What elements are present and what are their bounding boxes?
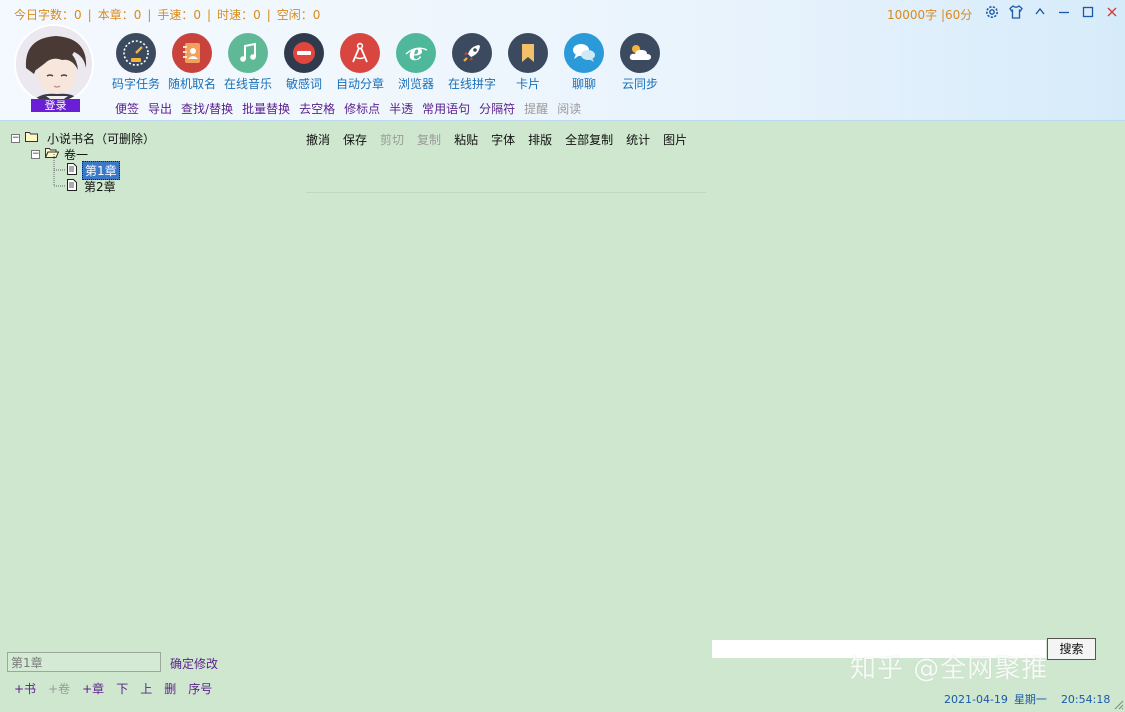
today-words-stat: 今日字数：0 [14,8,82,22]
typing-task-tool[interactable]: 码字任务 [106,33,166,92]
add-book-button[interactable]: +书 [14,682,36,696]
browser-icon: e [396,33,436,73]
chapter-2-label: 第2章 [84,179,116,194]
editor-divider [306,192,706,193]
app-header: 今日字数：0 | 本章：0 | 手速：0 | 时速：0 | 空闲：0 10000字 |60分 [0,0,1125,121]
address-book-icon [172,33,212,73]
confirm-rename-link[interactable]: 确定修改 [170,655,218,672]
sequence-button[interactable]: 序号 [188,682,212,696]
sticky-note-link[interactable]: 便签 [115,102,139,116]
font-button[interactable]: 字体 [491,133,515,147]
close-icon[interactable] [1100,2,1124,22]
login-button[interactable]: 登录 [31,99,80,112]
search-button[interactable]: 搜索 [1047,638,1096,660]
online-music-tool[interactable]: 在线音乐 [218,33,278,92]
svg-text:e: e [409,40,423,66]
word-goal[interactable]: 10000字 |60分 [887,6,972,23]
subtool-row: 便签 导出 查找/替换 批量替换 去空格 修标点 半透 常用语句 分隔符 提醒 阅读 [115,100,590,116]
semi-transparent-link[interactable]: 半透 [389,102,413,116]
cut-button[interactable]: 剪切 [380,133,404,147]
document-icon [67,162,77,178]
chapter-words-stat: 本章：0 [97,8,142,22]
chat-tool[interactable]: 聊聊 [554,33,614,92]
minus-icon [284,33,324,73]
hand-speed-stat: 手速：0 [157,8,202,22]
resize-grip-icon[interactable] [1112,698,1124,710]
skin-shirt-icon[interactable] [1004,2,1028,22]
idle-stat: 空闲：0 [276,8,321,22]
add-chapter-button[interactable]: +章 [82,682,104,696]
move-down-button[interactable]: 下 [116,682,128,696]
book-title: 小说书名（可删除） [47,131,156,146]
statistics-button[interactable]: 统计 [626,133,650,147]
collapse-toggle-icon[interactable]: − [31,149,40,159]
export-link[interactable]: 导出 [148,102,172,116]
copy-all-button[interactable]: 全部复制 [565,133,613,147]
collapse-toggle-icon[interactable]: − [11,133,20,143]
maximize-icon[interactable] [1076,2,1100,22]
window-controls [980,2,1124,22]
hourly-speed-stat: 时速：0 [217,8,261,22]
read-link[interactable]: 阅读 [557,102,581,116]
date-label: 2021-04-19 [944,693,1008,706]
folder-icon [25,131,38,145]
collapse-icon[interactable] [1028,2,1052,22]
move-up-button[interactable]: 上 [140,682,152,696]
watermark: 知乎 @全网聚推 [850,654,1049,684]
copy-button[interactable]: 复制 [417,133,441,147]
separator-link[interactable]: 分隔符 [479,102,515,116]
tree-actions: +书 +卷 +章下上删序号 [14,680,224,697]
add-volume-button[interactable]: +卷 [48,682,70,696]
layout-button[interactable]: 排版 [528,133,552,147]
browser-tool[interactable]: e 浏览器 [386,33,446,92]
undo-button[interactable]: 撤消 [306,133,330,147]
gear-icon[interactable] [980,2,1004,22]
common-phrases-link[interactable]: 常用语句 [422,102,470,116]
random-name-tool[interactable]: 随机取名 [162,33,222,92]
tree-node-chapter-2[interactable]: 第2章 [67,178,118,194]
status-datetime: 2021-04-19 星期一 20:54:18 [944,691,1116,707]
tree-node-chapter-1[interactable]: 第1章 [67,160,120,180]
auto-chapter-tool[interactable]: 自动分章 [330,33,390,92]
rocket-icon [452,33,492,73]
online-typing-tool[interactable]: 在线拼字 [442,33,502,92]
remove-spaces-link[interactable]: 去空格 [299,102,335,116]
cloud-icon [620,33,660,73]
tree-connector-lines [53,154,66,187]
document-icon [67,178,77,194]
chapter-name-input[interactable] [7,652,161,672]
card-tool[interactable]: 卡片 [498,33,558,92]
tree-node-book[interactable]: − 小说书名（可删除） [11,130,155,146]
music-note-icon [228,33,268,73]
chat-icon [564,33,604,73]
bookmark-icon [508,33,548,73]
user-avatar[interactable] [14,24,94,104]
editor-toolbar: 撤消 保存 剪切 复制 粘贴 字体 排版 全部复制 统计 图片 [306,131,706,149]
image-button[interactable]: 图片 [663,133,687,147]
reminder-link[interactable]: 提醒 [524,102,548,116]
save-button[interactable]: 保存 [343,133,367,147]
find-replace-link[interactable]: 查找/替换 [181,102,233,116]
delete-button[interactable]: 删 [164,682,176,696]
time-label: 20:54:18 [1060,693,1111,706]
sensitive-words-tool[interactable]: 敏感词 [274,33,334,92]
cloud-sync-tool[interactable]: 云同步 [610,33,670,92]
paste-button[interactable]: 粘贴 [454,133,478,147]
minimize-icon[interactable] [1052,2,1076,22]
batch-replace-link[interactable]: 批量替换 [242,102,290,116]
fix-punctuation-link[interactable]: 修标点 [344,102,380,116]
compass-icon [340,33,380,73]
speedometer-icon [116,33,156,73]
writing-stats-bar: 今日字数：0 | 本章：0 | 手速：0 | 时速：0 | 空闲：0 [14,8,321,22]
weekday-label: 星期一 [1013,693,1047,706]
